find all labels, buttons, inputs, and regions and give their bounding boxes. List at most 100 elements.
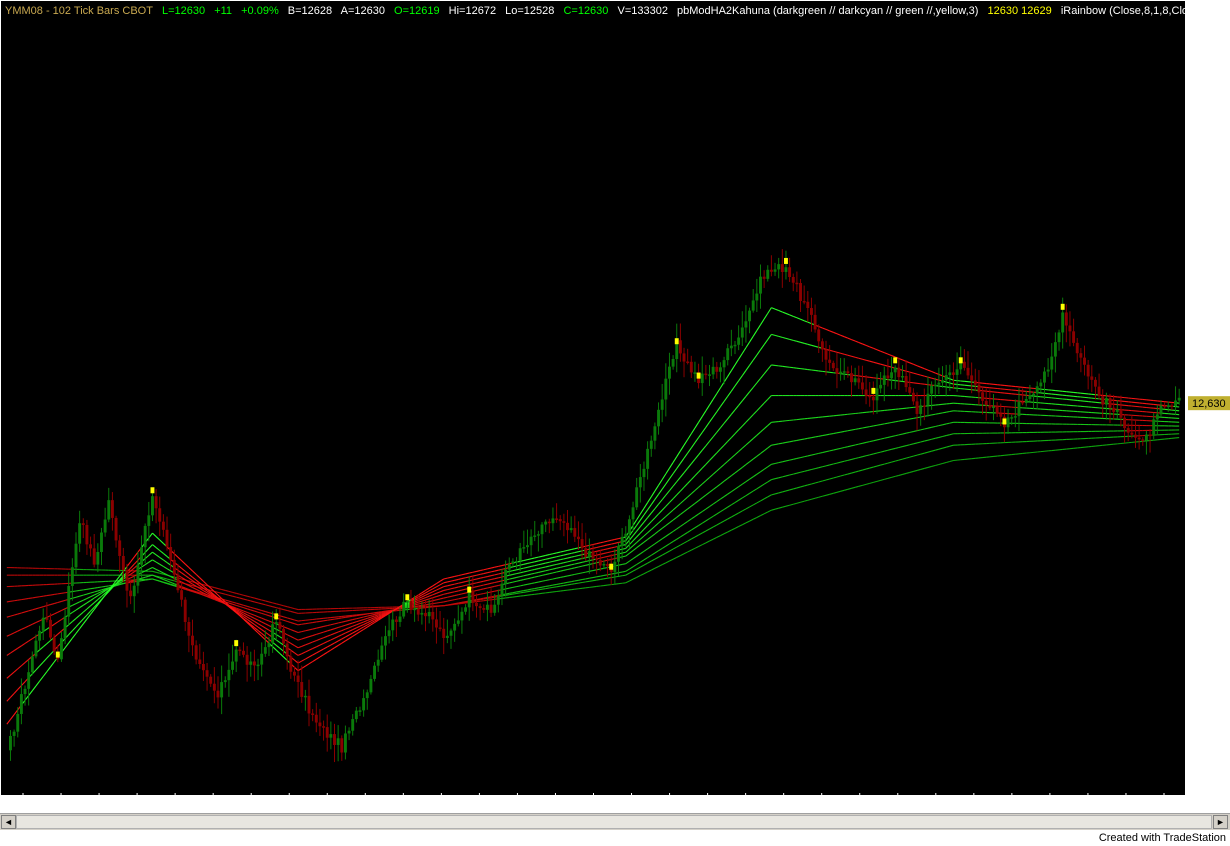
close-label: C=12630 <box>563 5 609 17</box>
ribbon-segment <box>221 588 226 591</box>
ribbon-segment <box>800 470 805 473</box>
ribbon-segment <box>676 555 681 558</box>
candle-body <box>540 524 544 535</box>
ribbon-segment <box>905 431 910 434</box>
ribbon-segment <box>676 490 681 496</box>
ribbon-segment <box>665 533 670 537</box>
ribbon-segment <box>931 413 936 416</box>
ribbon-segment <box>767 307 772 314</box>
ribbon-segment <box>585 563 590 566</box>
candle-body <box>118 540 122 556</box>
ribbon-segment <box>184 574 190 579</box>
scroll-thumb[interactable] <box>16 815 1212 829</box>
ribbon-segment <box>498 580 503 583</box>
ribbon-segment <box>734 469 739 474</box>
ribbon-segment <box>294 666 299 672</box>
ribbon-segment <box>72 596 77 599</box>
ribbon-segment <box>450 599 455 601</box>
ribbon-segment <box>21 611 26 614</box>
ribbon-segment <box>833 448 838 451</box>
ribbon-segment <box>844 430 848 432</box>
ribbon-segment <box>756 500 761 504</box>
ribbon-segment <box>647 569 652 573</box>
ribbon-segment <box>83 593 88 596</box>
ribbon-segment <box>556 555 561 558</box>
candle-body <box>718 367 722 372</box>
ribbon-segment <box>192 576 197 581</box>
ribbon-segment <box>90 597 95 601</box>
ribbon-segment <box>439 589 444 593</box>
ribbon-segment <box>323 651 328 656</box>
ribbon-segment <box>130 571 135 575</box>
ribbon-segment <box>79 589 84 591</box>
ribbon-segment <box>308 635 313 638</box>
ribbon-segment <box>316 644 321 648</box>
ribbon-segment <box>650 533 656 538</box>
ribbon-segment <box>523 570 528 573</box>
ribbon-segment <box>275 649 281 654</box>
ribbon-segment <box>676 514 681 518</box>
ribbon-segment <box>228 594 233 597</box>
ribbon-segment <box>756 324 761 331</box>
ribbon-segment <box>57 592 62 595</box>
candle-body <box>580 539 584 549</box>
ribbon-segment <box>290 610 295 613</box>
ribbon-segment <box>920 467 925 470</box>
ribbon-segment <box>556 583 561 585</box>
ribbon-segment <box>946 445 950 448</box>
chart-area[interactable]: 12,540 12,560 12,580 12,600 12,620 12,640 12,6… <box>0 0 1230 813</box>
ribbon-segment <box>680 534 685 538</box>
ribbon-segment <box>760 373 765 379</box>
candle-body <box>573 528 577 537</box>
ribbon-segment <box>421 604 426 606</box>
ribbon-segment <box>268 615 273 618</box>
ribbon-segment <box>935 413 939 415</box>
ribbon-segment <box>942 446 947 449</box>
ribbon-segment <box>337 642 343 646</box>
ribbon-segment <box>607 547 612 550</box>
x-tick-label: 15:04 <box>1074 802 1102 813</box>
price-chart[interactable]: 12,54012,56012,58012,60012,62012,64012,6… <box>1 1 1230 813</box>
candle-body <box>711 366 715 375</box>
candle-body <box>755 293 759 301</box>
ribbon-segment <box>661 525 667 529</box>
ribbon-segment <box>887 353 892 357</box>
ribbon-segment <box>611 542 615 545</box>
candle-body <box>1163 405 1167 408</box>
ribbon-segment <box>691 547 696 551</box>
scroll-left-button[interactable]: ◄ <box>1 815 16 829</box>
ribbon-segment <box>294 623 299 626</box>
candle-body <box>340 738 344 753</box>
ribbon-segment <box>563 575 568 578</box>
ribbon-segment <box>629 540 634 545</box>
ribbon-segment <box>891 460 896 463</box>
ribbon-segment <box>421 599 426 602</box>
candle-body <box>416 608 420 615</box>
horizontal-scrollbar[interactable]: ◄ ► <box>0 813 1230 830</box>
ribbon-segment <box>428 594 434 597</box>
signal-bar <box>1060 303 1065 310</box>
ribbon-segment <box>690 490 696 495</box>
candle-body <box>449 630 453 636</box>
ribbon-segment <box>741 370 747 376</box>
ribbon-segment <box>818 466 823 469</box>
ribbon-segment <box>494 581 499 584</box>
ribbon-segment <box>443 577 448 580</box>
ribbon-segment <box>538 588 543 591</box>
ribbon-segment <box>450 583 455 586</box>
ribbon-segment <box>730 364 736 371</box>
candle-body <box>638 477 642 488</box>
x-tick-label: 14:48 <box>1036 802 1064 813</box>
ribbon-segment <box>949 421 954 424</box>
ribbon-segment <box>254 614 259 618</box>
candle-body <box>857 378 861 383</box>
ribbon-segment <box>254 617 259 621</box>
ribbon-segment <box>257 608 262 612</box>
candle-body <box>129 590 133 597</box>
candle-body <box>460 611 464 621</box>
ribbon-segment <box>439 601 444 604</box>
ribbon-segment <box>665 522 670 527</box>
ribbon-segment <box>327 619 331 621</box>
scroll-right-button[interactable]: ► <box>1213 815 1228 829</box>
ribbon-segment <box>83 597 88 601</box>
